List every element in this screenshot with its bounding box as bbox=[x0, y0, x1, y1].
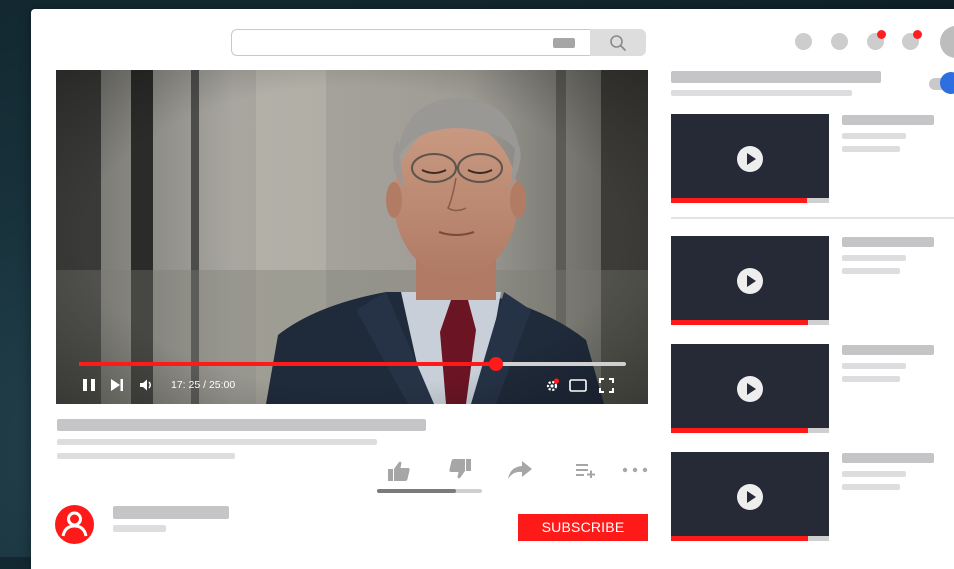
watched-progress bbox=[671, 536, 809, 541]
video-item-meta bbox=[842, 146, 900, 152]
watched-progress bbox=[671, 198, 807, 203]
keyboard-icon[interactable] bbox=[553, 38, 575, 48]
search-input[interactable] bbox=[231, 29, 590, 56]
app-window: 17: 25 / 25:00 SUBSCRIBE bbox=[31, 9, 954, 569]
up-next-heading bbox=[671, 71, 881, 83]
video-thumbnail[interactable] bbox=[671, 452, 829, 541]
sidebar-divider bbox=[671, 217, 954, 219]
watched-progress bbox=[671, 428, 809, 433]
video-item-title bbox=[842, 453, 934, 463]
add-to-playlist-icon[interactable] bbox=[575, 462, 597, 478]
more-options-icon[interactable] bbox=[622, 467, 648, 473]
subscribe-button[interactable]: SUBSCRIBE bbox=[518, 514, 648, 541]
settings-icon[interactable] bbox=[545, 378, 560, 393]
progress-handle[interactable] bbox=[488, 357, 503, 371]
video-player[interactable]: 17: 25 / 25:00 bbox=[56, 70, 648, 404]
subscriber-count bbox=[113, 525, 166, 532]
volume-icon[interactable] bbox=[139, 378, 155, 392]
search-bar bbox=[231, 29, 646, 56]
play-icon bbox=[737, 268, 763, 294]
video-item-meta bbox=[842, 268, 900, 274]
video-title bbox=[57, 419, 426, 431]
video-thumbnail[interactable] bbox=[671, 236, 829, 325]
play-icon bbox=[737, 484, 763, 510]
dislike-icon[interactable] bbox=[448, 458, 472, 480]
like-ratio-fill bbox=[377, 489, 456, 493]
search-icon bbox=[610, 35, 626, 51]
video-meta-line bbox=[57, 439, 377, 445]
video-thumbnail[interactable] bbox=[671, 114, 829, 203]
channel-avatar[interactable] bbox=[55, 505, 94, 544]
bell-notification-dot bbox=[913, 30, 922, 39]
channel-name bbox=[113, 506, 229, 519]
account-avatar[interactable] bbox=[940, 26, 954, 58]
like-icon[interactable] bbox=[387, 460, 411, 482]
progress-played bbox=[79, 362, 496, 366]
play-icon bbox=[737, 376, 763, 402]
video-item-title bbox=[842, 237, 934, 247]
video-item-meta bbox=[842, 363, 906, 369]
share-icon[interactable] bbox=[507, 460, 533, 480]
play-icon bbox=[737, 146, 763, 172]
video-item-title bbox=[842, 345, 934, 355]
watched-progress bbox=[671, 320, 809, 325]
video-item-meta bbox=[842, 471, 906, 477]
video-meta-line bbox=[57, 453, 235, 459]
pause-icon[interactable] bbox=[82, 378, 96, 392]
apps-icon[interactable] bbox=[831, 33, 848, 50]
video-frame bbox=[56, 70, 648, 404]
video-item-meta bbox=[842, 133, 906, 139]
user-icon bbox=[61, 511, 88, 537]
fullscreen-icon[interactable] bbox=[599, 378, 614, 393]
video-item-meta bbox=[842, 376, 900, 382]
theater-mode-icon[interactable] bbox=[569, 379, 587, 392]
next-icon[interactable] bbox=[110, 378, 124, 392]
video-item-meta bbox=[842, 255, 906, 261]
upload-icon[interactable] bbox=[795, 33, 812, 50]
video-item-meta bbox=[842, 484, 900, 490]
autoplay-toggle-knob[interactable] bbox=[940, 72, 954, 94]
video-thumbnail[interactable] bbox=[671, 344, 829, 433]
messages-notification-dot bbox=[877, 30, 886, 39]
up-next-subheading bbox=[671, 90, 852, 96]
time-display: 17: 25 / 25:00 bbox=[171, 379, 236, 391]
video-item-title bbox=[842, 115, 934, 125]
search-button[interactable] bbox=[590, 29, 646, 56]
